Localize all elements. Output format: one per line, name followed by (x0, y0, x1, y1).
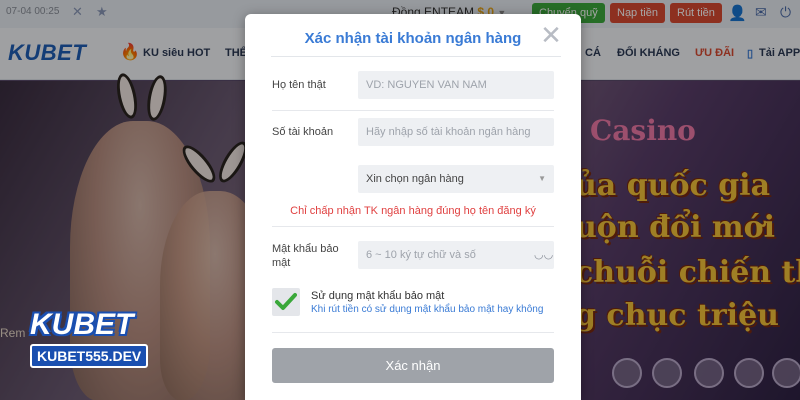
bank-select[interactable]: Xin chọn ngân hàng ▼ (358, 165, 554, 193)
bank-select-value: Xin chọn ngân hàng (366, 173, 464, 185)
account-number-label: Số tài khoản (272, 126, 334, 138)
watermark: KUBET KUBET555.DEV (30, 308, 149, 368)
bank-confirm-dialog: Xác nhận tài khoản ngân hàng ✕ Họ tên th… (245, 14, 581, 400)
dialog-title: Xác nhận tài khoản ngân hàng (304, 30, 522, 47)
watermark-url: KUBET555.DEV (30, 344, 149, 368)
eye-closed-icon[interactable]: ◡◡ (534, 248, 553, 261)
account-number-input[interactable] (358, 118, 554, 146)
real-name-label: Họ tên thật (272, 79, 326, 91)
name-match-warning: Chỉ chấp nhận TK ngân hàng đúng họ tên đ… (290, 205, 536, 217)
confirm-button[interactable]: Xác nhận (272, 348, 554, 383)
use-security-password-note: Khi rút tiền có sử dụng mật khẩu bảo mật… (311, 304, 544, 315)
watermark-logo: KUBET (30, 308, 134, 341)
divider (272, 332, 554, 333)
security-password-label: Mật khẩu bảo mật (272, 243, 339, 269)
security-password-input[interactable] (358, 241, 554, 269)
divider (272, 110, 554, 111)
close-icon[interactable]: ✕ (539, 22, 563, 48)
use-security-password-label: Sử dụng mật khẩu bảo mật (311, 290, 445, 302)
chevron-down-icon: ▼ (538, 174, 546, 183)
real-name-input[interactable] (358, 71, 554, 99)
checkmark-icon (275, 293, 297, 310)
divider (272, 226, 554, 227)
title-divider (271, 56, 561, 57)
use-security-password-checkbox[interactable] (272, 288, 300, 316)
